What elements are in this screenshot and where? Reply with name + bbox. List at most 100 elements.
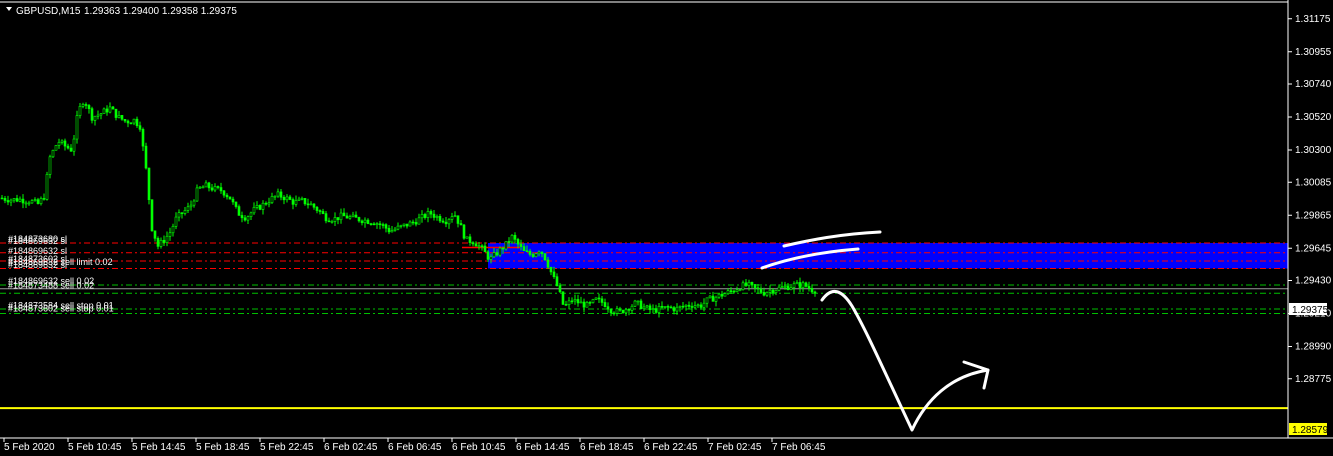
candle-body (129, 122, 133, 125)
candle-body (48, 156, 52, 175)
candle-body (519, 243, 523, 247)
candle-body (114, 108, 118, 118)
candle-body (702, 302, 706, 308)
candle-body (30, 200, 34, 204)
candle-body (780, 286, 784, 288)
price-tick-label: 1.30740 (1295, 79, 1332, 90)
candle-body (195, 187, 199, 202)
candle-body (243, 217, 247, 221)
candle-body (618, 308, 622, 311)
candle-body (513, 234, 517, 240)
candle-body (654, 308, 658, 313)
candle-body (504, 241, 508, 250)
candle-body (615, 308, 619, 314)
candle-body (141, 129, 145, 147)
candle-body (402, 223, 406, 226)
candle-body (441, 220, 445, 223)
candle-body (204, 182, 208, 188)
time-tick-label: 6 Feb 02:45 (324, 442, 378, 453)
candle-body (285, 196, 289, 201)
candle-body (645, 305, 649, 308)
candle-body (486, 251, 490, 260)
time-tick-label: 5 Feb 22:45 (260, 442, 314, 453)
candle-body (210, 187, 214, 191)
chart-header: GBPUSD,M15 1.29363 1.29400 1.29358 1.293… (6, 6, 237, 17)
candle-body (33, 199, 37, 201)
candle-body (60, 140, 64, 143)
candle-body (666, 306, 670, 308)
candle-body (339, 212, 343, 221)
candle-body (675, 306, 679, 312)
candle-body (468, 236, 472, 243)
candle-body (54, 145, 58, 151)
candle-body (162, 239, 166, 243)
candle-body (363, 219, 367, 224)
candle-body (399, 225, 403, 227)
candle-body (102, 108, 106, 114)
candle-body (735, 289, 739, 292)
candle-body (9, 199, 13, 203)
candle-body (0, 197, 4, 200)
candle-body (447, 219, 451, 225)
candle-body (207, 182, 211, 189)
candle-body (753, 284, 757, 289)
candle-body (738, 289, 742, 291)
price-chart[interactable]: #184873680 sl#184869632 sl#184869632 sl#… (0, 0, 1333, 456)
time-tick-label: 7 Feb 02:45 (708, 442, 762, 453)
candle-body (294, 200, 298, 205)
candle-body (378, 223, 382, 226)
candle-body (588, 302, 592, 304)
candle-body (90, 108, 94, 121)
candle-body (762, 292, 766, 296)
candle-body (771, 289, 775, 293)
order-label: #184869632 sl (8, 236, 67, 246)
candle-body (237, 206, 241, 216)
candle-body (216, 186, 220, 188)
candle-body (327, 220, 331, 223)
candle-body (777, 286, 781, 291)
candle-body (561, 291, 565, 305)
candle-body (552, 271, 556, 278)
candle-body (354, 214, 358, 218)
candle-body (282, 196, 286, 201)
candle-body (426, 211, 430, 218)
candle-body (642, 306, 646, 310)
candle-body (180, 212, 184, 214)
candle-body (24, 202, 28, 205)
candle-body (510, 234, 514, 243)
candle-body (687, 304, 691, 307)
candle-body (699, 304, 703, 308)
time-tick-label: 6 Feb 14:45 (516, 442, 570, 453)
price-tick-label: 1.29865 (1295, 210, 1332, 221)
candle-body (609, 308, 613, 314)
candle-body (87, 105, 91, 109)
candle-body (465, 236, 469, 239)
candle-body (549, 266, 553, 273)
price-tick-label: 1.29430 (1295, 276, 1332, 287)
candle-body (231, 198, 235, 203)
candle-body (648, 305, 652, 310)
price-tick-label: 1.31175 (1295, 14, 1331, 25)
price-tick-label: 1.28775 (1295, 374, 1332, 385)
candle-body (336, 217, 340, 221)
candle-body (36, 199, 40, 204)
candle-body (57, 142, 61, 146)
candle-body (159, 239, 163, 247)
candle-body (792, 283, 796, 288)
candle-body (225, 194, 229, 198)
candle-body (390, 230, 394, 233)
candle-body (39, 198, 43, 204)
candle-body (555, 276, 559, 287)
candle-body (318, 210, 322, 212)
candle-body (174, 216, 178, 227)
chart-background (0, 0, 1333, 456)
candle-body (438, 216, 442, 222)
candle-body (51, 149, 55, 158)
candle-body (783, 285, 787, 288)
candle-body (291, 199, 295, 205)
candle-body (435, 216, 439, 218)
candle-body (168, 232, 172, 237)
candle-body (651, 308, 655, 310)
candle-body (630, 305, 634, 311)
candle-body (444, 221, 448, 225)
